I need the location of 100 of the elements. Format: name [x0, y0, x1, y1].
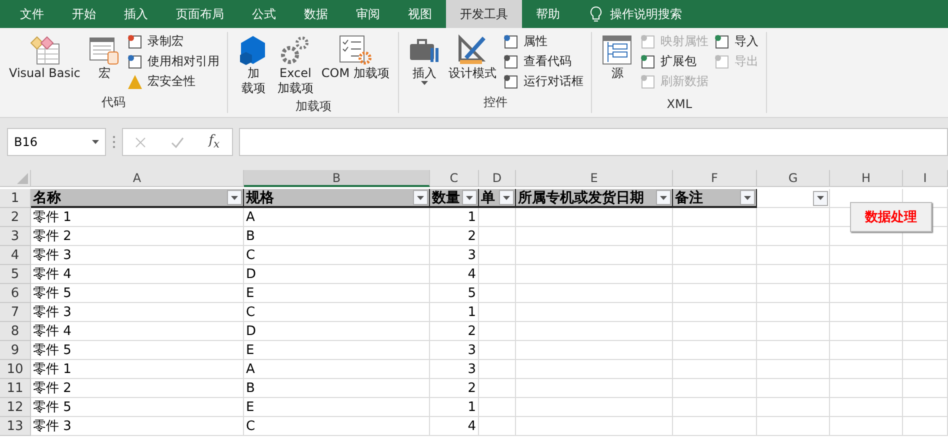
- table-cell: 3: [430, 341, 479, 360]
- row-header[interactable]: 2: [0, 208, 31, 227]
- column-header[interactable]: D: [479, 170, 516, 187]
- filter-button[interactable]: [499, 190, 514, 205]
- empty-cell: [479, 227, 516, 246]
- column-header[interactable]: F: [673, 170, 757, 187]
- group-label: 控件: [482, 94, 508, 111]
- table-cell: B: [244, 379, 430, 398]
- table-cell: 零件 1: [31, 208, 244, 227]
- empty-cell: [903, 417, 948, 436]
- column-header[interactable]: B: [244, 170, 430, 187]
- ribbon-button[interactable]: Excel 加载项: [274, 32, 316, 98]
- ribbon-button[interactable]: COM 加载项: [318, 32, 392, 98]
- table-cell: E: [244, 341, 430, 360]
- row-header[interactable]: 7: [0, 303, 31, 322]
- ribbon-tab[interactable]: 公式: [238, 0, 290, 28]
- row-header[interactable]: 9: [0, 341, 31, 360]
- ribbon-button[interactable]: 扩展包: [638, 52, 710, 71]
- ribbon-button[interactable]: Visual Basic: [6, 32, 84, 94]
- formula-input[interactable]: [239, 128, 948, 156]
- column-header[interactable]: H: [830, 170, 903, 187]
- warning-icon: [127, 74, 144, 90]
- table-cell: E: [244, 284, 430, 303]
- filter-button[interactable]: [813, 190, 828, 206]
- check-icon[interactable]: [171, 136, 184, 148]
- row-header[interactable]: 3: [0, 227, 31, 246]
- empty-cell: [479, 265, 516, 284]
- name-box[interactable]: B16: [7, 128, 106, 156]
- table-cell: 零件 4: [31, 265, 244, 284]
- ribbon-tab[interactable]: 视图: [394, 0, 446, 28]
- table-cell: A: [244, 360, 430, 379]
- dropdown-arrow-icon: [231, 196, 238, 200]
- ribbon-button[interactable]: 宏安全性: [125, 72, 222, 91]
- empty-cell: [903, 303, 948, 322]
- gears-icon: [279, 34, 312, 66]
- filter-button[interactable]: [413, 190, 428, 205]
- table-cell: 3: [430, 360, 479, 379]
- ribbon-tab[interactable]: 开始: [58, 0, 110, 28]
- row-header[interactable]: 10: [0, 360, 31, 379]
- table-cell: 零件 2: [31, 379, 244, 398]
- filter-button[interactable]: [656, 190, 671, 205]
- column-header[interactable]: C: [430, 170, 479, 187]
- ribbon-button[interactable]: 录制宏: [125, 32, 222, 51]
- row-header[interactable]: 13: [0, 417, 31, 436]
- table-header: 数量: [432, 189, 460, 206]
- row-header[interactable]: 12: [0, 398, 31, 417]
- dropdown-arrow-icon: [417, 196, 424, 200]
- ribbon-button[interactable]: 查看代码: [501, 52, 586, 71]
- table-header: 名称: [33, 189, 61, 206]
- corner-triangle-icon: [17, 173, 28, 184]
- ribbon-tab[interactable]: 审阅: [342, 0, 394, 28]
- process-data-button[interactable]: 数据处理: [850, 202, 932, 232]
- ribbon-tab[interactable]: 数据: [290, 0, 342, 28]
- ribbon-tab[interactable]: 插入: [110, 0, 162, 28]
- ribbon-button[interactable]: 使用相对引用: [125, 52, 222, 71]
- table-cell: 零件 1: [31, 360, 244, 379]
- empty-cell: [903, 246, 948, 265]
- ribbon-button[interactable]: 设计模式: [445, 32, 500, 94]
- dropdown-arrow-icon: [466, 196, 473, 200]
- ribbon-button[interactable]: 加 载项: [234, 32, 272, 98]
- dropdown-arrow-icon: [92, 140, 99, 144]
- ribbon-tab[interactable]: 开发工具: [446, 0, 522, 28]
- ribbon-button[interactable]: 插入: [405, 32, 444, 94]
- row-header[interactable]: 4: [0, 246, 31, 265]
- empty-cell: [903, 360, 948, 379]
- column-header[interactable]: E: [516, 170, 673, 187]
- dropdown-arrow-icon: [744, 196, 751, 200]
- tell-me-search[interactable]: 操作说明搜索: [610, 6, 682, 22]
- table-cell: 1: [430, 303, 479, 322]
- table-cell: C: [244, 303, 430, 322]
- column-header[interactable]: A: [31, 170, 244, 187]
- row-header[interactable]: 11: [0, 379, 31, 398]
- row-header[interactable]: 6: [0, 284, 31, 303]
- empty-cell: [903, 379, 948, 398]
- insert-function-button[interactable]: f$_{x}$: [208, 133, 220, 151]
- lightbulb-icon: [590, 6, 602, 22]
- table-header: 单: [481, 189, 495, 206]
- column-header[interactable]: G: [757, 170, 830, 187]
- ribbon-tab[interactable]: 文件: [6, 0, 58, 28]
- table-cell: 零件 5: [31, 284, 244, 303]
- table-cell: 零件 2: [31, 227, 244, 246]
- column-header[interactable]: I: [903, 170, 948, 187]
- ribbon-tab[interactable]: 帮助: [522, 0, 574, 28]
- filter-button[interactable]: [227, 190, 242, 205]
- table-cell: 2: [430, 322, 479, 341]
- filter-button[interactable]: [462, 190, 477, 205]
- ribbon-tab[interactable]: 页面布局: [162, 0, 238, 28]
- filter-button[interactable]: [740, 190, 755, 205]
- empty-cell: [903, 265, 948, 284]
- empty-cell: [479, 341, 516, 360]
- row-header[interactable]: 8: [0, 322, 31, 341]
- visual-basic-icon: [28, 34, 61, 66]
- ribbon-button[interactable]: 导入: [712, 32, 760, 51]
- ribbon-button[interactable]: 属性: [501, 32, 586, 51]
- row-header[interactable]: 1: [0, 189, 31, 208]
- ribbon-button[interactable]: 宏: [85, 32, 124, 94]
- empty-cell: [479, 208, 516, 227]
- ribbon-button[interactable]: 源: [598, 32, 636, 97]
- ribbon-button[interactable]: 运行对话框: [501, 72, 586, 91]
- row-header[interactable]: 5: [0, 265, 31, 284]
